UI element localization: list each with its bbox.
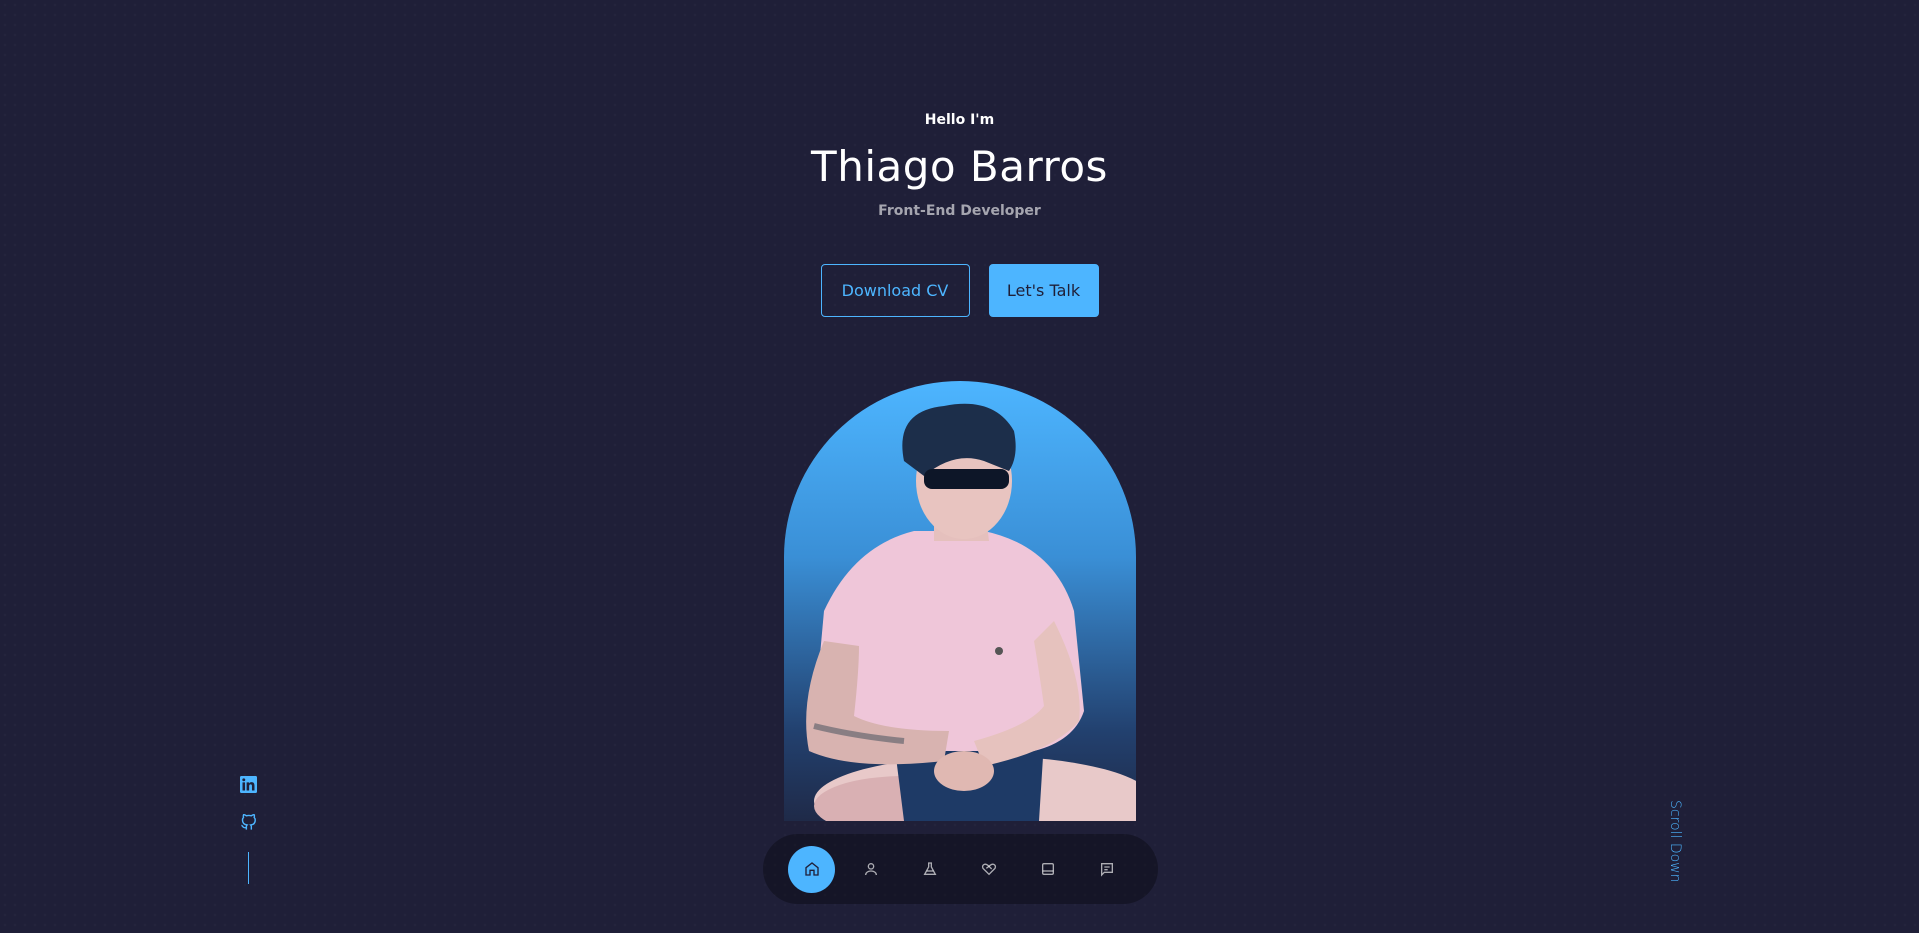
page-title: Thiago Barros	[811, 142, 1108, 191]
social-links	[238, 776, 258, 884]
message-icon	[1100, 863, 1113, 877]
home-icon	[804, 862, 819, 876]
social-divider-line	[247, 852, 249, 884]
book-icon	[1041, 863, 1054, 875]
linkedin-icon[interactable]	[239, 776, 257, 793]
bottom-nav	[763, 834, 1158, 904]
profile-photo-illustration	[806, 403, 1136, 821]
scroll-down-label: Scroll Down	[1667, 800, 1683, 883]
greeting-text: Hello I'm	[924, 112, 995, 128]
github-icon[interactable]	[240, 814, 257, 831]
handshake-icon	[981, 863, 996, 876]
flask-icon	[923, 862, 936, 875]
nav-experience[interactable]	[906, 846, 953, 893]
profile-photo	[784, 381, 1136, 821]
lets-talk-button[interactable]: Let's Talk	[988, 264, 1099, 317]
nav-contact[interactable]	[1083, 846, 1130, 893]
nav-home[interactable]	[788, 845, 835, 893]
role-subtitle: Front-End Developer	[878, 203, 1041, 219]
nav-services[interactable]	[965, 846, 1012, 893]
nav-about[interactable]	[847, 846, 894, 893]
download-cv-button[interactable]: Download CV	[820, 264, 970, 317]
scroll-down-link[interactable]: Scroll Down	[1665, 800, 1685, 890]
cta-buttons: Download CV Let's Talk	[0, 264, 1919, 317]
nav-portfolio[interactable]	[1024, 846, 1071, 893]
user-icon	[864, 863, 877, 876]
